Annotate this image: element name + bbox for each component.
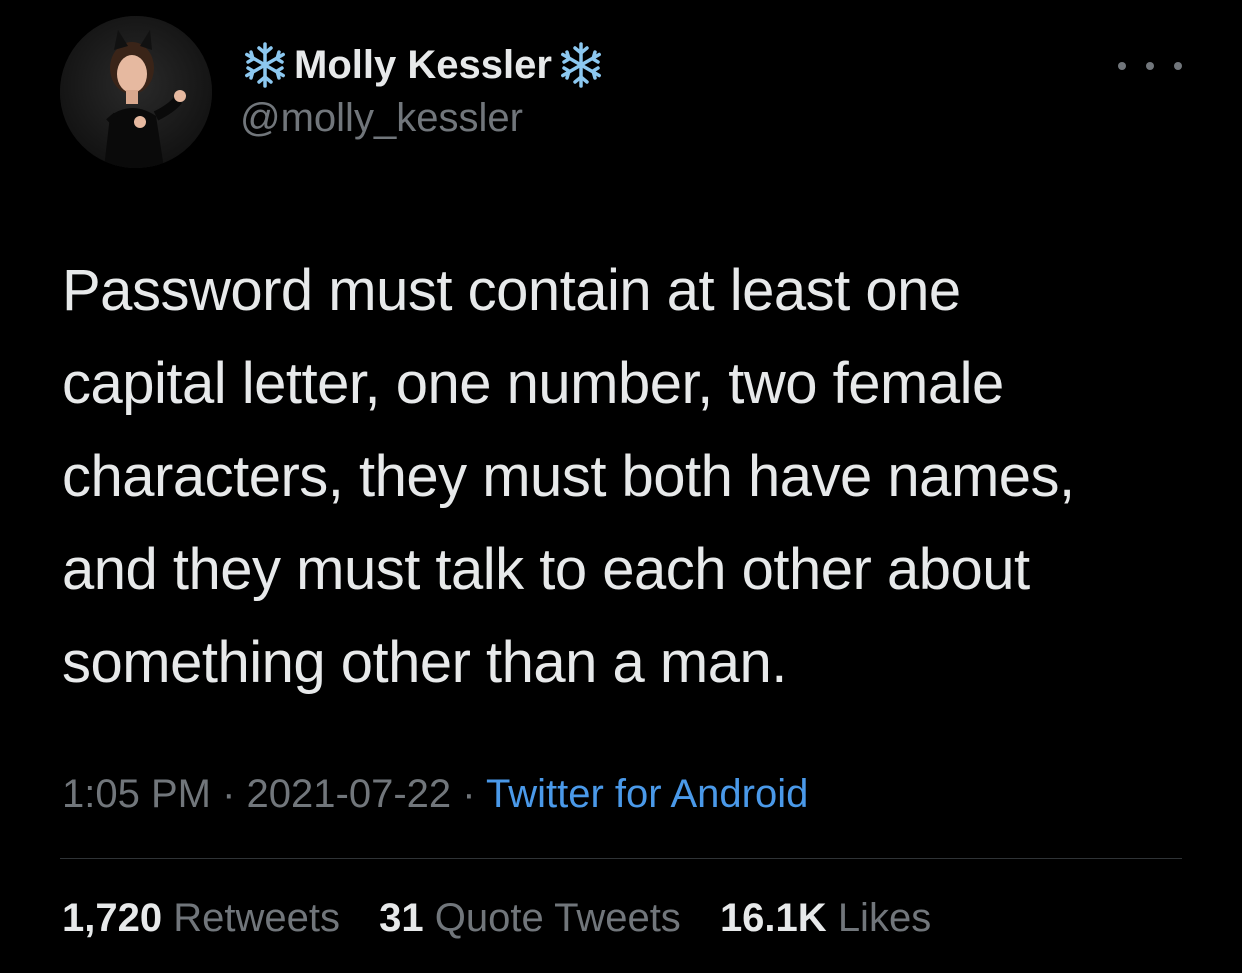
retweets-count: 1,720 — [62, 896, 163, 940]
tweet-text-line: something other than a man. — [62, 630, 787, 695]
meta-separator: · — [222, 772, 236, 816]
meta-separator: · — [462, 772, 476, 816]
likes-count: 16.1K — [719, 896, 827, 940]
tweet-time[interactable]: 1:05 PM — [62, 772, 211, 816]
retweets-stat[interactable]: 1,720 Retweets — [62, 896, 340, 940]
divider — [60, 858, 1182, 859]
tweet-stats: 1,720 Retweets 31 Quote Tweets 16.1K Lik… — [62, 896, 959, 941]
avatar-image — [60, 16, 212, 168]
tweet-text-line: and they must talk to each other about — [62, 537, 1030, 602]
tweet-card: Molly Kessler @molly_kessler Password mu… — [0, 0, 1242, 973]
retweets-label: Retweets — [173, 896, 340, 940]
quote-tweets-count: 31 — [379, 896, 424, 940]
quote-tweets-stat[interactable]: 31 Quote Tweets — [379, 896, 681, 940]
likes-stat[interactable]: 16.1K Likes — [720, 896, 931, 940]
tweet-text-line: capital letter, one number, two female — [62, 351, 1004, 416]
tweet-text-line: characters, they must both have names, — [62, 444, 1075, 509]
quote-tweets-label: Quote Tweets — [434, 896, 681, 940]
tweet-source-link[interactable]: Twitter for Android — [486, 772, 808, 816]
author-name-row[interactable]: Molly Kessler — [240, 40, 606, 90]
more-options-icon[interactable] — [1118, 52, 1182, 80]
tweet-text: Password must contain at least one capit… — [62, 244, 1202, 709]
tweet-date[interactable]: 2021-07-22 — [247, 772, 452, 816]
more-dot — [1146, 62, 1154, 70]
snowflake-icon — [245, 42, 285, 88]
user-handle[interactable]: @molly_kessler — [240, 96, 523, 141]
avatar[interactable] — [60, 16, 212, 168]
display-name[interactable]: Molly Kessler — [294, 43, 552, 88]
more-dot — [1118, 62, 1126, 70]
more-dot — [1174, 62, 1182, 70]
snowflake-icon — [560, 42, 601, 88]
tweet-meta: 1:05 PM · 2021-07-22 · Twitter for Andro… — [62, 772, 808, 817]
likes-label: Likes — [837, 896, 932, 940]
tweet-text-line: Password must contain at least one — [62, 258, 961, 323]
